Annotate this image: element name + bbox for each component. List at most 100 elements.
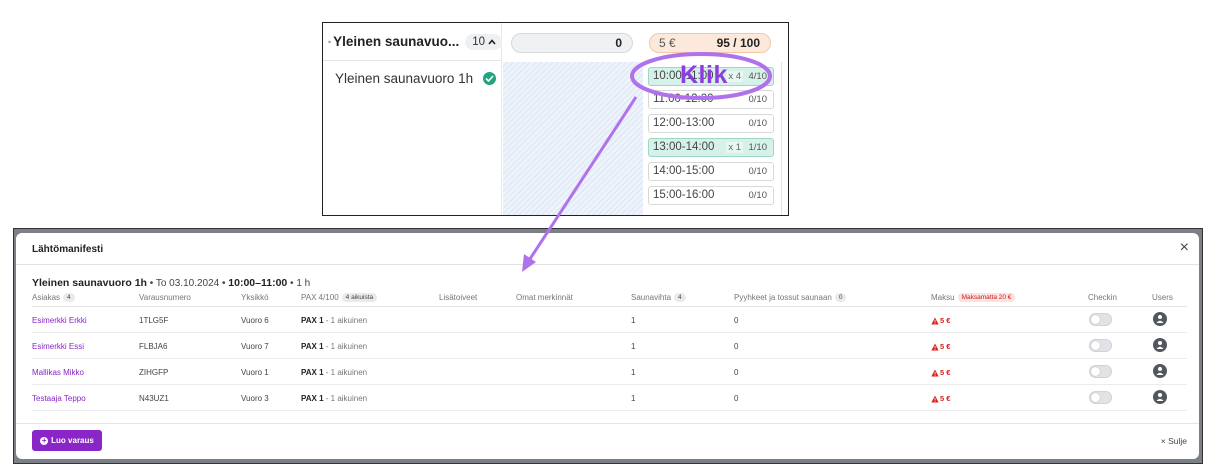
time-slot[interactable]: 15:00-16:00 0/10 [648,186,774,205]
table-row: Esimerkki Essi FLBJA6 Vuoro 7 PAX 1 - 1 … [32,333,1187,359]
close-icon[interactable]: × [1180,240,1189,256]
time-slot[interactable]: 13:00-14:00 x 1 1/10 [648,138,774,157]
column-label: Maksu [931,293,955,302]
customer-link[interactable]: Mallikas Mikko [32,368,84,377]
pax-count: PAX 1 [301,368,324,377]
user-icon[interactable] [1153,338,1167,352]
column-label: Saunavihta [631,293,672,302]
payment-status: 5 € [931,394,950,403]
checkin-toggle[interactable] [1089,313,1112,326]
column-header-pax: PAX 4/100 4 aikuista [301,293,378,302]
pax-badge: 4 aikuista [341,293,378,302]
customer-link[interactable]: Testaaja Teppo [32,394,86,403]
column-header-extras: Lisätoiveet [439,293,477,302]
slot-count: 0/10 [748,166,768,177]
slot-time: 14:00-15:00 [653,165,715,177]
column-header-checkin: Checkin [1088,293,1117,302]
slot-count: 4/10 [748,71,768,82]
customer-link[interactable]: Esimerkki Essi [32,342,84,351]
pax-detail: - 1 aikuinen [323,368,368,377]
count-badge: 0 [834,293,847,302]
column-header-booking-number: Varausnumero [139,293,191,302]
towels-count: 0 [734,394,739,403]
checkin-toggle[interactable] [1089,391,1112,404]
capacity-value: 95 / 100 [716,36,760,50]
time-slot[interactable]: 12:00-13:00 0/10 [648,114,774,133]
plus-icon: + [40,435,49,445]
payment-amount: 5 € [940,394,951,403]
slot-multiplier: x 1 [726,142,743,153]
unit: Vuoro 6 [241,316,269,325]
group-count-toggle[interactable]: 10 [465,33,502,50]
time-slot[interactable]: 14:00-15:00 0/10 [648,162,774,181]
booking-number: FLBJA6 [139,342,168,351]
booking-number: ZIHGFP [139,368,169,377]
column-header-customer: Asiakas 4 [32,293,75,302]
column-label: Users [1152,293,1173,302]
checkin-toggle[interactable] [1089,365,1112,378]
unit: Vuoro 7 [241,342,269,351]
event-duration: • 1 h [287,278,311,289]
checkin-toggle[interactable] [1089,339,1112,352]
modal-title: Lähtömanifesti [32,244,104,255]
warning-icon [931,343,939,350]
booking-number: N43UZ1 [139,394,169,403]
payment-status: 5 € [931,316,950,325]
count-badge: 4 [63,293,75,302]
resource-column: Yleinen saunavuo... 10 Yleinen saunavuor… [323,23,502,215]
departure-manifest-modal: Lähtömanifesti × Yleinen saunavuoro 1h •… [16,233,1199,459]
pax-detail: - 1 aikuinen [323,394,368,403]
user-icon[interactable] [1153,312,1167,326]
group-count: 10 [472,35,485,48]
user-icon[interactable] [1153,390,1167,404]
day-counter: 0 [511,33,633,53]
people-icon [328,40,332,43]
column-label: Checkin [1088,293,1117,302]
towels-count: 0 [734,342,739,351]
column-header-towels: Pyyhkeet ja tossut saunaan 0 [734,293,847,302]
towels-count: 0 [734,368,739,377]
pax-count: PAX 1 [301,342,324,351]
customer-link[interactable]: Esimerkki Erkki [32,316,87,325]
column-header-notes: Omat merkinnät [516,293,573,302]
resource-name: Yleinen saunavuoro 1h [335,70,474,86]
slot-count: 0/10 [748,94,768,105]
group-header[interactable]: Yleinen saunavuo... 10 [323,23,502,61]
unpaid-badge: Maksamatta 20 € [957,293,1016,302]
slot-time: 13:00-14:00 [653,141,715,153]
price-value: 5 € [659,36,676,50]
column-label: Asiakas [32,293,61,302]
column-header-unit: Yksikkö [241,293,269,302]
column-label: Varausnumero [139,293,191,302]
divider [16,423,1199,424]
whisk-count: 1 [631,368,636,377]
slot-multiplier: x 4 [726,71,743,82]
create-booking-button[interactable]: + Luo varaus [32,430,102,451]
unavailable-day-area [503,62,643,215]
table-row: Mallikas Mikko ZIHGFP Vuoro 1 PAX 1 - 1 … [32,359,1187,385]
calendar-crop: Yleinen saunavuo... 10 Yleinen saunavuor… [322,22,789,216]
event-date: • To 03.10.2024 • [146,278,229,289]
user-icon[interactable] [1153,364,1167,378]
whisk-count: 1 [631,342,636,351]
resource-row[interactable]: Yleinen saunavuoro 1h [323,62,502,94]
slot-count: 0/10 [748,190,768,201]
event-info: Yleinen saunavuoro 1h • To 03.10.2024 • … [32,277,310,289]
column-header-payment: Maksu Maksamatta 20 € [931,293,1016,302]
pax-detail: - 1 aikuinen [323,342,368,351]
time-slot[interactable]: 11:00-12:00 0/10 [648,90,774,109]
payment-status: 5 € [931,342,950,351]
booking-number: 1TLG5F [139,316,169,325]
slot-time: 12:00-13:00 [653,117,715,129]
check-circle-icon [483,71,497,85]
column-label: Omat merkinnät [516,293,573,302]
close-button[interactable]: × Sulje [1161,436,1187,446]
warning-icon [931,317,939,324]
towels-count: 0 [734,316,739,325]
pax-detail: - 1 aikuinen [323,316,368,325]
column-label: Pyyhkeet ja tossut saunaan [734,293,832,302]
pax: PAX 1 - 1 aikuinen [301,342,367,351]
payment-amount: 5 € [940,316,951,325]
column-label: Lisätoiveet [439,293,478,302]
warning-icon [931,395,939,402]
